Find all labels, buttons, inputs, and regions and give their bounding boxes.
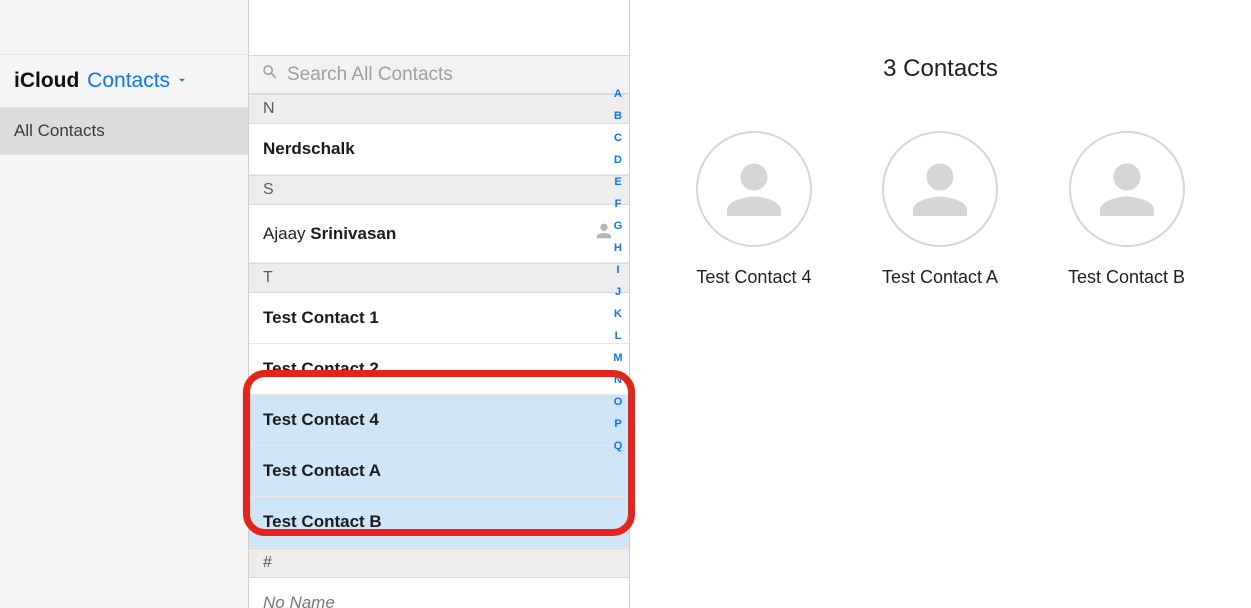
contact-name: Test Contact 1: [263, 308, 379, 328]
section-header: #: [249, 548, 629, 578]
contact-name: Test Contact A: [263, 461, 381, 481]
contact-card-name: Test Contact B: [1068, 267, 1185, 288]
index-letter[interactable]: Q: [611, 440, 625, 452]
index-letter[interactable]: P: [611, 418, 625, 430]
index-letter[interactable]: M: [611, 352, 625, 364]
avatar-placeholder-icon: [1069, 131, 1185, 247]
index-letter[interactable]: C: [611, 132, 625, 144]
selected-contacts-cards: Test Contact 4 Test Contact A Test Contact…: [630, 131, 1251, 288]
index-letter[interactable]: K: [611, 308, 625, 320]
chevron-down-icon: [175, 73, 189, 90]
section-header: T: [249, 263, 629, 293]
contact-name: Test Contact B: [263, 512, 382, 532]
detail-pane: 3 Contacts Test Contact 4Test Contact AT…: [630, 0, 1251, 608]
contact-row[interactable]: No Name: [249, 578, 629, 608]
brand-icloud: iCloud: [14, 69, 79, 93]
sidebar: iCloud Contacts All Contacts: [0, 0, 249, 608]
section-header: N: [249, 94, 629, 124]
contact-row[interactable]: Test Contact 2: [249, 344, 629, 395]
index-letter[interactable]: F: [611, 198, 625, 210]
avatar-placeholder-icon: [696, 131, 812, 247]
contact-card[interactable]: Test Contact A: [882, 131, 998, 288]
contact-card[interactable]: Test Contact 4: [696, 131, 812, 288]
index-letter[interactable]: E: [611, 176, 625, 188]
contacts-scroll[interactable]: N Nerdschalk S Ajaay Srinivasan T Test Contac…: [249, 94, 629, 608]
avatar-placeholder-icon: [882, 131, 998, 247]
search-input[interactable]: [287, 64, 617, 86]
brand-contacts: Contacts: [87, 69, 170, 93]
index-letter[interactable]: B: [611, 110, 625, 122]
index-letter[interactable]: A: [611, 88, 625, 100]
sidebar-top-space: [0, 0, 248, 55]
contact-row[interactable]: Ajaay Srinivasan: [249, 205, 629, 263]
index-letter[interactable]: O: [611, 396, 625, 408]
contacts-list-column: N Nerdschalk S Ajaay Srinivasan T Test Contac…: [249, 0, 630, 608]
index-letter[interactable]: L: [611, 330, 625, 342]
index-letter[interactable]: J: [611, 286, 625, 298]
contact-card[interactable]: Test Contact B: [1068, 131, 1185, 288]
contact-name: No Name: [263, 593, 335, 608]
selection-count-title: 3 Contacts: [630, 55, 1251, 83]
index-letter[interactable]: I: [611, 264, 625, 276]
search-bar[interactable]: [249, 55, 629, 94]
search-icon: [261, 63, 287, 86]
contact-card-name: Test Contact A: [882, 267, 998, 288]
contact-row[interactable]: Test Contact A: [249, 446, 629, 497]
sidebar-item-all-contacts[interactable]: All Contacts: [0, 107, 248, 155]
contact-row[interactable]: Test Contact 4: [249, 395, 629, 446]
contact-row[interactable]: Test Contact 1: [249, 293, 629, 344]
listcol-top-space: [249, 0, 629, 55]
index-letter[interactable]: D: [611, 154, 625, 166]
contact-name: Nerdschalk: [263, 139, 355, 159]
contact-name: Ajaay Srinivasan: [263, 224, 396, 244]
section-header: S: [249, 175, 629, 205]
index-letter[interactable]: H: [611, 242, 625, 254]
alphabet-index-rail[interactable]: ABCDEFGHIJKLMNOPQ: [611, 88, 625, 452]
sidebar-item-label: All Contacts: [14, 121, 105, 140]
contact-card-name: Test Contact 4: [696, 267, 811, 288]
contact-row[interactable]: Test Contact B: [249, 497, 629, 548]
contact-row[interactable]: Nerdschalk: [249, 124, 629, 175]
contact-name: Test Contact 2: [263, 359, 379, 379]
app-title-dropdown[interactable]: iCloud Contacts: [0, 55, 248, 107]
index-letter[interactable]: G: [611, 220, 625, 232]
index-letter[interactable]: N: [611, 374, 625, 386]
contact-name: Test Contact 4: [263, 410, 379, 430]
